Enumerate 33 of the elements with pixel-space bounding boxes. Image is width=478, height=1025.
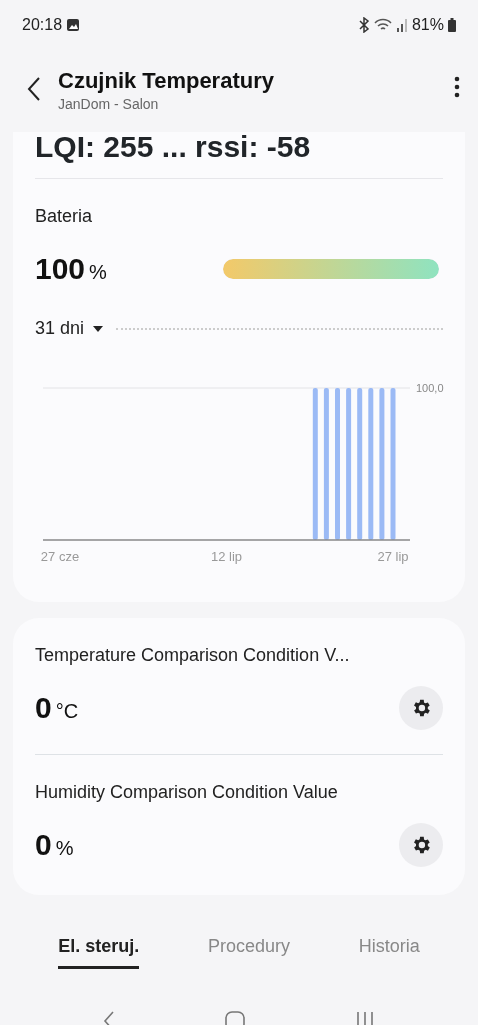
device-title: Czujnik Temperatury xyxy=(58,68,275,95)
device-location: JanDom - Salon xyxy=(58,95,160,115)
setting-label: Temperature Comparison Condition V... xyxy=(35,644,351,667)
setting-label: Humidity Comparison Condition Value xyxy=(35,781,339,804)
x-axis-label: 12 lip xyxy=(210,549,243,564)
setting-value: 0 xyxy=(35,828,52,861)
status-time: 20:18 xyxy=(22,15,63,35)
link-quality-text: LQI: 255 ... rssi: -58 xyxy=(35,130,311,163)
battery-percentage: 81% xyxy=(411,15,444,35)
home-nav-icon[interactable] xyxy=(225,1011,245,1025)
setting-unit: °C xyxy=(55,700,79,722)
back-icon[interactable] xyxy=(26,76,42,102)
x-axis-label: 27 lip xyxy=(377,549,409,564)
period-dropdown[interactable]: 31 dni xyxy=(35,315,105,342)
image-icon xyxy=(66,18,81,32)
bluetooth-icon xyxy=(357,17,370,33)
setting-value: 0 xyxy=(35,691,52,724)
y-axis-label: 100,0 xyxy=(416,382,444,394)
battery-unit: % xyxy=(89,261,107,283)
back-nav-icon[interactable] xyxy=(103,1011,115,1025)
recents-nav-icon[interactable] xyxy=(355,1011,375,1025)
tab[interactable]: El. steruj. xyxy=(58,933,140,969)
battery-value: 100 xyxy=(35,252,86,285)
battery-icon xyxy=(448,18,456,32)
wifi-icon xyxy=(373,18,392,32)
more-options-icon[interactable] xyxy=(454,76,460,98)
battery-label: Bateria xyxy=(35,206,93,226)
setting-unit: % xyxy=(55,837,74,859)
x-axis-label: 27 cze xyxy=(40,549,80,564)
settings-button[interactable] xyxy=(399,822,443,867)
signal-icon xyxy=(395,18,408,32)
caret-icon xyxy=(92,324,105,333)
settings-button[interactable] xyxy=(399,685,443,730)
